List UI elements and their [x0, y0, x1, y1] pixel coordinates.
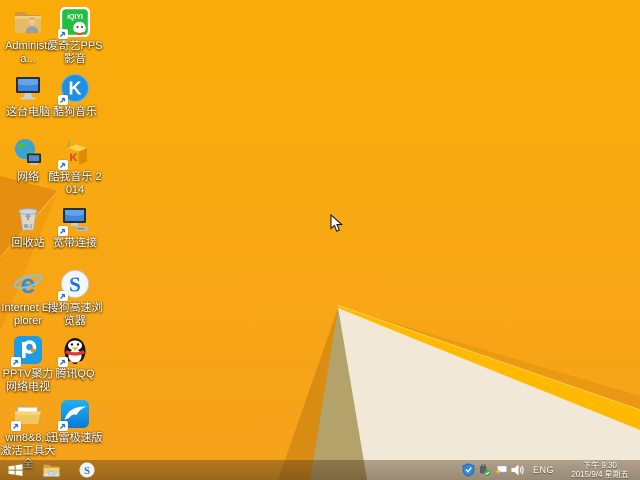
- desktop-icon-kuwo[interactable]: ♪ K 酷我音乐 2014: [47, 137, 103, 197]
- shortcut-arrow-icon: [58, 357, 68, 367]
- network-status-tray-icon[interactable]: [493, 460, 509, 480]
- desktop-icon-label: 宽带连接: [53, 237, 97, 249]
- xunlei-bird-icon: [58, 398, 91, 431]
- shortcut-arrow-icon: [58, 226, 68, 236]
- kuwo-music-icon: ♪ K: [58, 137, 91, 170]
- network-globe-icon: [12, 137, 44, 169]
- folder-icon: [11, 398, 44, 431]
- taskbar-clock[interactable]: 下午 9:30 2015/9/4 星期五: [563, 461, 640, 479]
- desktop-icon-kugou[interactable]: K 酷狗音乐: [47, 72, 103, 119]
- taskbar: S ENG 下午 9:30 2015/9/4 星期五: [0, 460, 640, 480]
- recycle-bin-icon: [12, 203, 44, 235]
- kugou-music-icon: K: [58, 72, 91, 105]
- desktop-icon-label: 爱奇艺PPS 影音: [47, 40, 103, 65]
- sogou-browser-button[interactable]: S: [72, 460, 102, 480]
- system-tray: ENG 下午 9:30 2015/9/4 星期五: [461, 460, 640, 480]
- computer-icon: [12, 72, 44, 104]
- windows-logo-icon: [8, 464, 22, 476]
- start-button[interactable]: [0, 460, 30, 480]
- shortcut-arrow-icon: [58, 29, 68, 39]
- svg-text:K: K: [70, 152, 78, 164]
- language-indicator[interactable]: ENG: [525, 465, 563, 475]
- desktop-icon-label: 搜狗高速浏览器: [47, 302, 103, 327]
- iqiyi-pps-icon: iQIYI: [58, 6, 91, 39]
- sogou-browser-icon: S: [58, 268, 91, 301]
- shortcut-arrow-icon: [58, 421, 68, 431]
- svg-text:K: K: [69, 79, 82, 99]
- desktop-icon-sogou[interactable]: S 搜狗高速浏览器: [47, 268, 103, 328]
- shortcut-arrow-icon: [58, 160, 68, 170]
- user-folder-icon: [12, 6, 44, 38]
- broadband-connection-icon: [58, 203, 91, 236]
- sogou-browser-icon: S: [79, 462, 95, 478]
- desktop-icon-qq[interactable]: 腾讯QQ: [47, 334, 103, 381]
- desktop-icon-label: 腾讯QQ: [55, 368, 95, 380]
- shortcut-arrow-icon: [58, 95, 68, 105]
- svg-text:S: S: [84, 466, 90, 477]
- svg-text:S: S: [69, 273, 81, 297]
- svg-text:iQIYI: iQIYI: [67, 14, 83, 21]
- pptv-icon: [11, 334, 44, 367]
- volume-tray-icon[interactable]: [509, 460, 525, 480]
- desktop-icon-xunlei[interactable]: 迅雷极速版: [47, 398, 103, 445]
- desktop-icon-label: 迅雷极速版: [47, 432, 103, 444]
- shortcut-arrow-icon: [11, 357, 21, 367]
- internet-explorer-icon: e: [12, 268, 44, 300]
- shortcut-arrow-icon: [58, 291, 68, 301]
- desktop-icon-iqiyi-pps[interactable]: iQIYI 爱奇艺PPS 影音: [47, 6, 103, 66]
- file-explorer-button[interactable]: [36, 460, 66, 480]
- shortcut-arrow-icon: [11, 421, 21, 431]
- clock-date: 2015/9/4 星期五: [571, 470, 629, 479]
- desktop-icon-label: 酷我音乐 2014: [48, 171, 102, 196]
- qq-penguin-icon: [58, 334, 91, 367]
- clock-time: 下午 9:30: [583, 461, 617, 470]
- security-shield-tray-icon[interactable]: [461, 460, 477, 480]
- file-explorer-icon: [43, 463, 59, 477]
- device-ready-tray-icon[interactable]: [477, 460, 493, 480]
- desktop-icon-broadband[interactable]: 宽带连接: [47, 203, 103, 250]
- desktop-icon-label: 酷狗音乐: [53, 106, 97, 118]
